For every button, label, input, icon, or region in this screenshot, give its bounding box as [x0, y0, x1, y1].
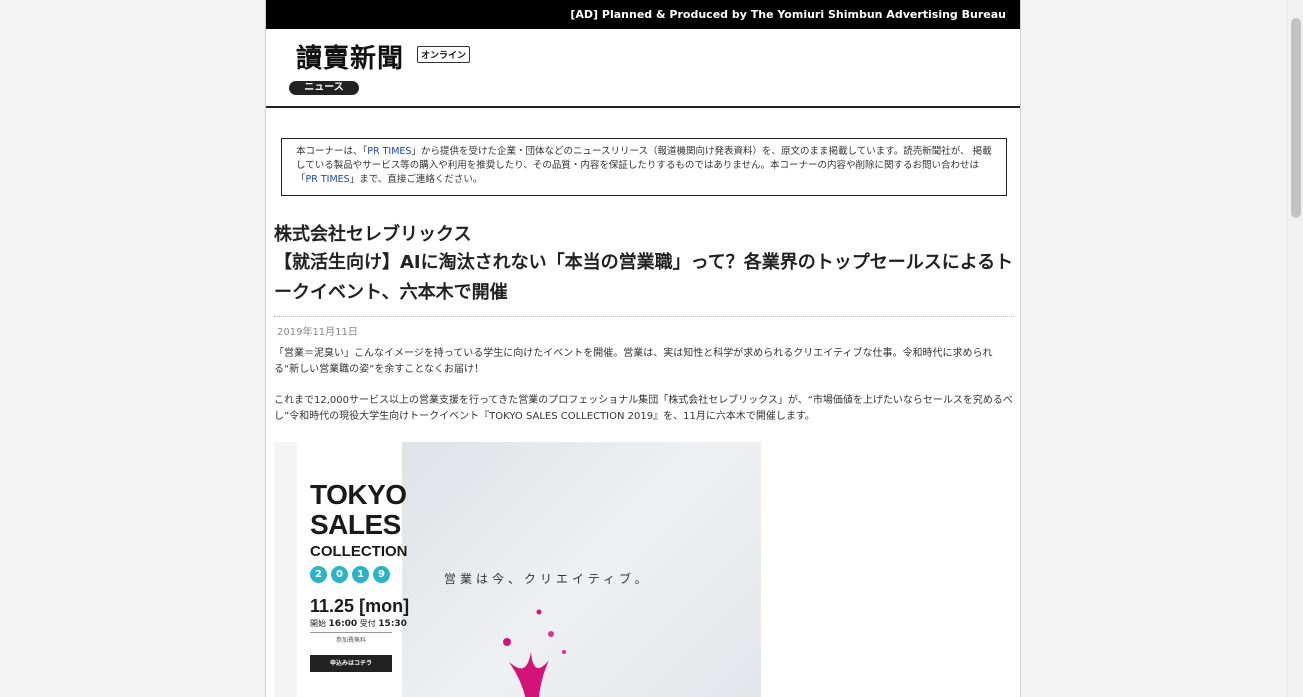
- pr-times-link-2[interactable]: PR TIMES: [306, 174, 350, 185]
- hero-side-stripe: [274, 442, 297, 697]
- apply-button[interactable]: 申込みはコチラ: [310, 655, 392, 672]
- reception-time: 15:30: [378, 619, 407, 629]
- event-title: TOKYO SALES: [310, 480, 407, 540]
- body-paragraph: これまで12,000サービス以上の営業支援を行ってきた営業のプロフェッショナル集…: [274, 395, 1013, 422]
- event-date: 11.25 [mon]: [310, 596, 409, 617]
- ad-bar: [AD] Planned & Produced by The Yomiuri S…: [266, 0, 1020, 29]
- page-scrollbar[interactable]: [1287, 0, 1303, 697]
- lead-paragraph: 「営業＝泥臭い」こんなイメージを持っている学生に向けたイベントを開催。営業は、実…: [274, 348, 993, 375]
- article-headline: 【就活生向け】AIに淘汰されない「本当の営業職」って？各業界のトップセールスによ…: [274, 252, 1014, 303]
- event-day: 11.25: [310, 596, 355, 616]
- event-hero-image: TOKYO SALES COLLECTION 2 0 1 9 11.25 [mo…: [274, 442, 761, 697]
- pr-times-link[interactable]: PR TIMES: [367, 146, 411, 157]
- paint-splash-graphic: [503, 609, 566, 697]
- open-label: 開始: [310, 619, 326, 628]
- event-title-line-1: TOKYO: [310, 479, 407, 510]
- event-weekday: mon: [365, 596, 404, 616]
- notice-text-1: 本コーナーは、「: [296, 146, 368, 157]
- event-times: 開始 16:00 受付 15:30: [310, 618, 407, 629]
- event-weekday-close: ]: [403, 596, 410, 616]
- publish-date: 2019年11月11日: [274, 316, 1014, 338]
- year-digit: 0: [331, 566, 348, 583]
- disclaimer-notice: 本コーナーは、「PR TIMES」から提供を受けた企業・団体などのニュースリリー…: [281, 138, 1007, 196]
- year-digit: 9: [373, 566, 390, 583]
- article-page: [AD] Planned & Produced by The Yomiuri S…: [265, 0, 1021, 697]
- year-digit: 1: [352, 566, 369, 583]
- yomiuri-logo[interactable]: 讀賣新聞: [296, 38, 404, 75]
- event-collection: COLLECTION: [310, 543, 408, 560]
- event-title-line-2: SALES: [310, 509, 401, 540]
- year-digit: 2: [310, 566, 327, 583]
- reception-label: 受付: [359, 619, 376, 628]
- online-badge: オンライン: [417, 46, 471, 63]
- date-text: 2019年11月11日: [277, 327, 358, 338]
- notice-text-3: 」まで、直接ご連絡ください。: [349, 174, 483, 185]
- open-time: 16:00: [328, 619, 358, 629]
- company-name: 株式会社セレブリックス: [274, 224, 472, 245]
- masthead: 讀賣新聞 オンライン ニュース: [266, 29, 1020, 108]
- free-admission-label: 参加費無料: [310, 632, 392, 644]
- event-year: 2 0 1 9: [310, 566, 390, 583]
- scrollbar-thumb[interactable]: [1291, 18, 1301, 218]
- news-section-label[interactable]: ニュース: [289, 81, 359, 95]
